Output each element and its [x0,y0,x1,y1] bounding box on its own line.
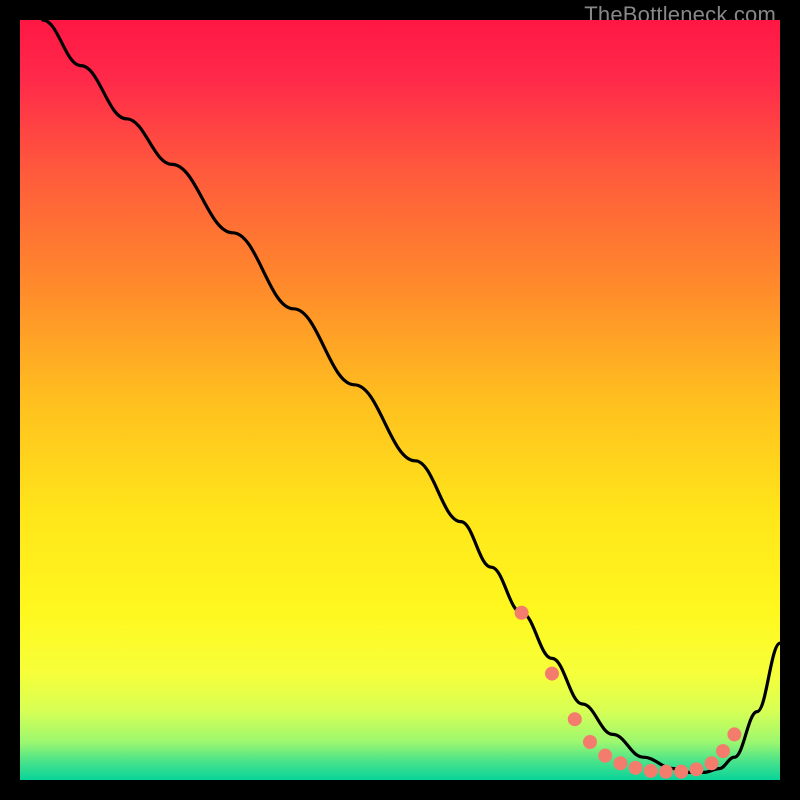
curve-marker [659,765,673,779]
curve-marker [613,756,627,770]
chart-frame [20,20,780,780]
gradient-background [20,20,780,780]
curve-marker [689,762,703,776]
curve-marker [716,744,730,758]
curve-marker [705,756,719,770]
curve-marker [545,667,559,681]
curve-marker [515,606,529,620]
curve-marker [583,735,597,749]
bottleneck-chart [20,20,780,780]
curve-marker [568,712,582,726]
curve-marker [644,764,658,778]
curve-marker [674,765,688,779]
curve-marker [598,749,612,763]
curve-marker [629,761,643,775]
curve-marker [727,727,741,741]
